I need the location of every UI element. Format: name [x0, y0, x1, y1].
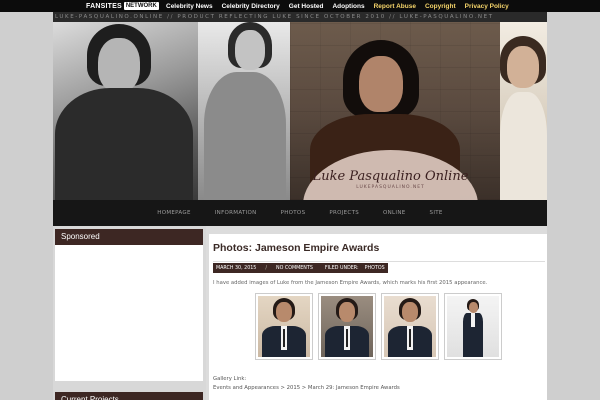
- top-strip-text: LUKE-PASQUALINO.ONLINE // PRODUCT REFLEC…: [55, 14, 494, 20]
- current-projects-title: Current Projects: [55, 392, 203, 400]
- gallery-link-breadcrumb[interactable]: Events and Appearances > 2015 > March 29…: [213, 385, 400, 391]
- sponsored-widget: Sponsored: [55, 229, 203, 381]
- link-celebrity-directory[interactable]: Celebrity Directory: [222, 3, 280, 10]
- header-photo-1: [53, 22, 198, 200]
- meta-separator: /: [265, 265, 267, 271]
- post-date: MARCH 30, 2015: [216, 265, 257, 271]
- nav-online[interactable]: ONLINE: [371, 200, 418, 226]
- site-logo-title[interactable]: Luke Pasqualino Online: [303, 169, 478, 184]
- photo1-jacket: [55, 88, 193, 200]
- thumb-face: [276, 302, 292, 322]
- top-strip: LUKE-PASQUALINO.ONLINE // PRODUCT REFLEC…: [53, 12, 547, 22]
- brand-tag: NETWORK: [123, 2, 159, 10]
- gallery-link-label: Gallery Link:: [213, 376, 247, 382]
- photo4-shirt: [500, 92, 547, 200]
- link-celebrity-news[interactable]: Celebrity News: [166, 3, 213, 10]
- thumb-tie: [283, 329, 285, 347]
- thumb-tie: [409, 329, 411, 347]
- nav-homepage[interactable]: HOMEPAGE: [145, 200, 202, 226]
- header-banner[interactable]: Luke Pasqualino Online LUKEPASQUALINO.NE…: [53, 22, 547, 200]
- nav-site[interactable]: SITE: [418, 200, 455, 226]
- post: Photos: Jameson Empire Awards MARCH 30, …: [206, 226, 547, 400]
- thumb-face: [402, 302, 418, 322]
- network-bar: FANSITES NETWORK Celebrity News Celebrit…: [0, 0, 600, 12]
- title-divider: [213, 261, 545, 262]
- post-comments-link[interactable]: NO COMMENTS: [273, 266, 316, 271]
- link-privacy-policy[interactable]: Privacy Policy: [465, 3, 509, 10]
- post-category-link[interactable]: PHOTOS: [362, 266, 388, 271]
- network-links: Celebrity News Celebrity Directory Get H…: [166, 0, 509, 12]
- site-logo-subtitle: LUKEPASQUALINO.NET: [356, 185, 425, 190]
- link-adoptions[interactable]: Adoptions: [332, 3, 364, 10]
- main-nav: HOMEPAGE INFORMATION PHOTOS PROJECTS ONL…: [53, 200, 547, 226]
- post-meta: MARCH 30, 2015 / NO COMMENTS FILED UNDER…: [213, 263, 388, 273]
- thumbnail-image: [447, 296, 499, 357]
- photo2-face: [235, 30, 265, 70]
- nav-projects[interactable]: PROJECTS: [317, 200, 371, 226]
- link-copyright[interactable]: Copyright: [425, 3, 456, 10]
- brand-main: FANSITES: [86, 2, 122, 10]
- thumb-face: [468, 302, 478, 313]
- thumb-tie: [346, 329, 348, 347]
- post-title[interactable]: Photos: Jameson Empire Awards: [213, 242, 379, 254]
- sidebar: Sponsored Current Projects: [53, 226, 206, 400]
- thumb-shirt: [471, 313, 475, 327]
- link-report-abuse[interactable]: Report Abuse: [374, 3, 416, 10]
- gallery-thumbnail-1[interactable]: [255, 293, 313, 360]
- current-projects-widget: Current Projects: [55, 392, 203, 400]
- nav-information[interactable]: INFORMATION: [203, 200, 269, 226]
- photo-gallery: [255, 293, 502, 360]
- gallery-thumbnail-2[interactable]: [318, 293, 376, 360]
- post-excerpt: I have added images of Luke from the Jam…: [213, 280, 488, 286]
- thumbnail-image: [321, 296, 373, 357]
- thumb-face: [339, 302, 355, 322]
- gallery-thumbnail-4[interactable]: [444, 293, 502, 360]
- link-get-hosted[interactable]: Get Hosted: [289, 3, 324, 10]
- thumbnail-image: [258, 296, 310, 357]
- post-filed-label: FILED UNDER:: [324, 265, 359, 271]
- sponsored-widget-title: Sponsored: [55, 229, 203, 245]
- photo1-face: [98, 38, 140, 92]
- nav-photos[interactable]: PHOTOS: [269, 200, 318, 226]
- gallery-thumbnail-3[interactable]: [381, 293, 439, 360]
- header-photo-2: [198, 22, 290, 200]
- photo3-face: [359, 56, 403, 112]
- thumbnail-image: [384, 296, 436, 357]
- fansites-network-logo[interactable]: FANSITES NETWORK: [86, 1, 159, 11]
- header-photo-4: [500, 22, 547, 200]
- photo2-shirt: [204, 72, 286, 200]
- photo4-face: [507, 46, 539, 88]
